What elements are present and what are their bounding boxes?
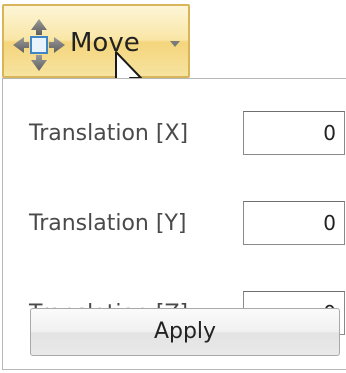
apply-button[interactable]: Apply xyxy=(30,308,340,356)
translation-x-input[interactable] xyxy=(243,111,345,155)
chevron-down-icon xyxy=(170,41,180,47)
translation-y-input[interactable] xyxy=(243,201,345,245)
translation-y-label: Translation [Y] xyxy=(29,211,187,236)
translation-x-label: Translation [X] xyxy=(29,121,189,146)
move-arrows-icon xyxy=(13,19,65,71)
move-dropdown-button[interactable]: Move xyxy=(2,4,190,78)
